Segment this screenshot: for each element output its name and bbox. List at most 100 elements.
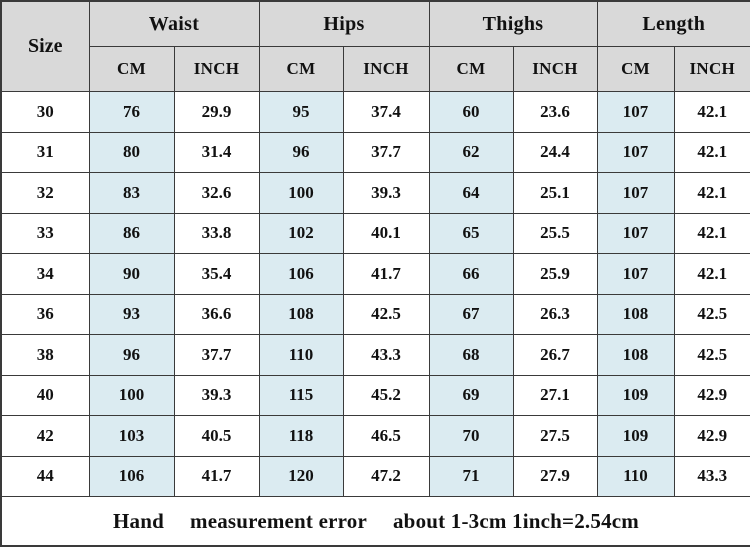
cell-length-cm: 107 xyxy=(596,131,675,173)
cell-waist-cm: 90 xyxy=(88,253,175,295)
cell-waist-inch: 33.8 xyxy=(173,212,260,254)
cell-waist-inch: 41.7 xyxy=(173,455,260,497)
column-header-size: Size xyxy=(0,0,90,92)
cell-hips-inch: 42.5 xyxy=(342,293,430,335)
table-row: 33 86 33.8 102 40.1 65 25.5 107 42.1 xyxy=(0,212,750,254)
table-row: 31 80 31.4 96 37.7 62 24.4 107 42.1 xyxy=(0,131,750,173)
size-chart-table: Size Waist Hips Thighs Length CM INCH CM… xyxy=(0,0,750,547)
cell-thighs-cm: 71 xyxy=(428,455,514,497)
table-row: 42 103 40.5 118 46.5 70 27.5 109 42.9 xyxy=(0,415,750,457)
header-row-groups: Size Waist Hips Thighs Length xyxy=(0,0,750,92)
cell-hips-inch: 43.3 xyxy=(342,334,430,376)
cell-hips-inch: 39.3 xyxy=(342,172,430,214)
measurement-note-conversion: about 1-3cm 1inch=2.54cm xyxy=(392,508,639,533)
table-header: Size Waist Hips Thighs Length CM INCH CM… xyxy=(0,0,750,92)
cell-hips-cm: 118 xyxy=(258,415,344,457)
measurement-note-hand: Hand xyxy=(113,508,165,533)
cell-hips-cm: 96 xyxy=(258,131,344,173)
cell-hips-cm: 95 xyxy=(258,91,344,133)
cell-waist-cm: 103 xyxy=(88,415,175,457)
column-group-waist: Waist xyxy=(88,0,260,47)
cell-length-cm: 108 xyxy=(596,334,675,376)
column-header-thighs-cm: CM xyxy=(428,46,514,92)
cell-thighs-cm: 67 xyxy=(428,293,514,335)
cell-size: 44 xyxy=(0,455,90,497)
cell-thighs-inch: 25.9 xyxy=(512,253,598,295)
cell-thighs-inch: 27.5 xyxy=(512,415,598,457)
table-footer: Hand measurement error about 1-3cm 1inch… xyxy=(0,496,750,547)
cell-size: 42 xyxy=(0,415,90,457)
cell-length-inch: 42.1 xyxy=(673,212,750,254)
cell-waist-inch: 35.4 xyxy=(173,253,260,295)
table-body: 30 76 29.9 95 37.4 60 23.6 107 42.1 31 8… xyxy=(0,91,750,497)
cell-waist-inch: 39.3 xyxy=(173,374,260,416)
column-header-waist-inch: INCH xyxy=(173,46,260,92)
cell-hips-inch: 45.2 xyxy=(342,374,430,416)
cell-waist-inch: 29.9 xyxy=(173,91,260,133)
cell-length-cm: 108 xyxy=(596,293,675,335)
cell-waist-cm: 93 xyxy=(88,293,175,335)
cell-waist-cm: 96 xyxy=(88,334,175,376)
cell-hips-inch: 46.5 xyxy=(342,415,430,457)
cell-waist-inch: 31.4 xyxy=(173,131,260,173)
cell-hips-cm: 110 xyxy=(258,334,344,376)
cell-hips-cm: 108 xyxy=(258,293,344,335)
cell-hips-inch: 41.7 xyxy=(342,253,430,295)
cell-waist-cm: 100 xyxy=(88,374,175,416)
table-row: 30 76 29.9 95 37.4 60 23.6 107 42.1 xyxy=(0,91,750,133)
table-row: 36 93 36.6 108 42.5 67 26.3 108 42.5 xyxy=(0,293,750,335)
cell-thighs-cm: 65 xyxy=(428,212,514,254)
cell-length-inch: 43.3 xyxy=(673,455,750,497)
column-group-thighs: Thighs xyxy=(428,0,598,47)
cell-size: 32 xyxy=(0,172,90,214)
cell-hips-cm: 115 xyxy=(258,374,344,416)
column-group-hips: Hips xyxy=(258,0,430,47)
cell-thighs-inch: 23.6 xyxy=(512,91,598,133)
cell-hips-inch: 37.7 xyxy=(342,131,430,173)
cell-waist-cm: 76 xyxy=(88,91,175,133)
cell-thighs-cm: 70 xyxy=(428,415,514,457)
cell-length-cm: 110 xyxy=(596,455,675,497)
cell-size: 34 xyxy=(0,253,90,295)
cell-size: 36 xyxy=(0,293,90,335)
cell-hips-inch: 47.2 xyxy=(342,455,430,497)
cell-thighs-cm: 69 xyxy=(428,374,514,416)
cell-length-cm: 109 xyxy=(596,415,675,457)
cell-waist-cm: 80 xyxy=(88,131,175,173)
cell-thighs-inch: 27.9 xyxy=(512,455,598,497)
cell-hips-cm: 106 xyxy=(258,253,344,295)
cell-waist-cm: 106 xyxy=(88,455,175,497)
cell-length-inch: 42.5 xyxy=(673,334,750,376)
cell-length-cm: 107 xyxy=(596,253,675,295)
table-row: 40 100 39.3 115 45.2 69 27.1 109 42.9 xyxy=(0,374,750,416)
cell-hips-cm: 102 xyxy=(258,212,344,254)
column-header-length-inch: INCH xyxy=(673,46,750,92)
cell-length-cm: 107 xyxy=(596,91,675,133)
header-row-units: CM INCH CM INCH CM INCH CM INCH xyxy=(1,46,750,92)
cell-thighs-inch: 24.4 xyxy=(512,131,598,173)
cell-waist-cm: 86 xyxy=(88,212,175,254)
cell-thighs-inch: 25.1 xyxy=(512,172,598,214)
cell-thighs-inch: 27.1 xyxy=(512,374,598,416)
cell-waist-inch: 37.7 xyxy=(173,334,260,376)
table-row: 44 106 41.7 120 47.2 71 27.9 110 43.3 xyxy=(0,455,750,497)
cell-length-inch: 42.1 xyxy=(673,131,750,173)
cell-size: 31 xyxy=(0,131,90,173)
cell-waist-inch: 40.5 xyxy=(173,415,260,457)
cell-hips-cm: 120 xyxy=(258,455,344,497)
cell-length-cm: 107 xyxy=(596,212,675,254)
cell-thighs-inch: 26.7 xyxy=(512,334,598,376)
cell-length-inch: 42.1 xyxy=(673,91,750,133)
cell-length-inch: 42.9 xyxy=(673,374,750,416)
column-header-waist-cm: CM xyxy=(88,46,175,92)
cell-thighs-inch: 25.5 xyxy=(512,212,598,254)
cell-thighs-cm: 60 xyxy=(428,91,514,133)
cell-waist-inch: 36.6 xyxy=(173,293,260,335)
table-row: 38 96 37.7 110 43.3 68 26.7 108 42.5 xyxy=(0,334,750,376)
cell-size: 33 xyxy=(0,212,90,254)
column-group-length: Length xyxy=(596,0,750,47)
cell-length-cm: 109 xyxy=(596,374,675,416)
column-header-hips-cm: CM xyxy=(258,46,344,92)
footer-row: Hand measurement error about 1-3cm 1inch… xyxy=(0,496,750,547)
cell-hips-inch: 40.1 xyxy=(342,212,430,254)
